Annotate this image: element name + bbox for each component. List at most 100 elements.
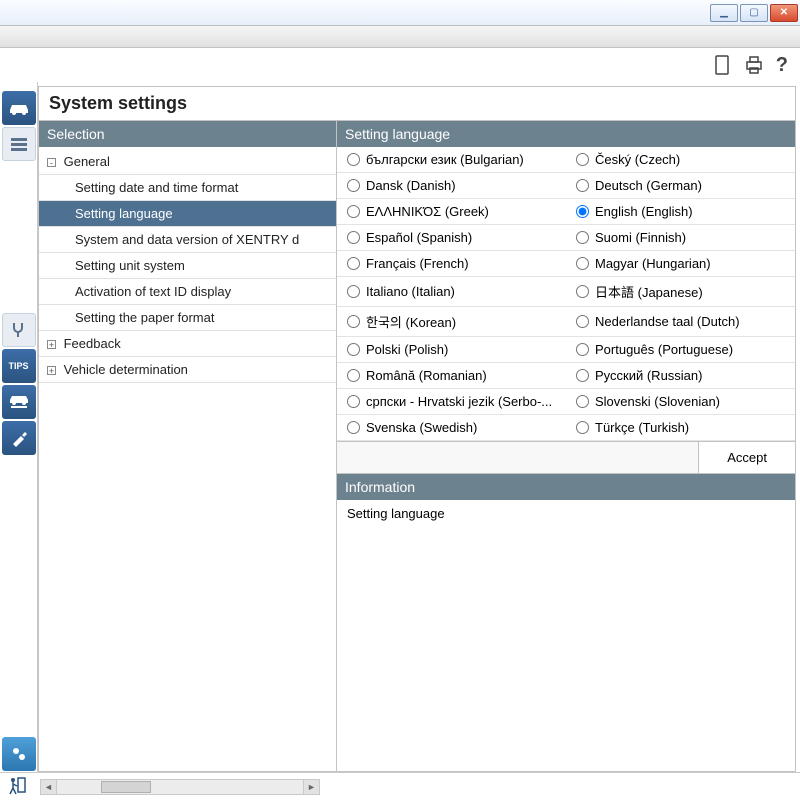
- language-option[interactable]: Italiano (Italian): [337, 277, 566, 307]
- window-close-button[interactable]: ✕: [770, 4, 798, 22]
- sidebar-vehicle-button[interactable]: [2, 91, 36, 125]
- tree-group[interactable]: - General: [39, 149, 336, 175]
- language-option[interactable]: Português (Portuguese): [566, 337, 795, 363]
- language-radio[interactable]: [576, 231, 589, 244]
- language-option[interactable]: български език (Bulgarian): [337, 147, 566, 173]
- language-radio[interactable]: [347, 395, 360, 408]
- scroll-left-arrow[interactable]: ◄: [41, 780, 57, 794]
- language-option[interactable]: Suomi (Finnish): [566, 225, 795, 251]
- language-radio[interactable]: [576, 179, 589, 192]
- language-option[interactable]: ΕΛΛΗΝΙΚΌΣ (Greek): [337, 199, 566, 225]
- language-label: Português (Portuguese): [595, 342, 733, 357]
- language-option[interactable]: English (English): [566, 199, 795, 225]
- language-radio[interactable]: [347, 205, 360, 218]
- tree-item[interactable]: Setting language: [39, 201, 336, 227]
- collapse-icon[interactable]: -: [47, 158, 56, 167]
- selection-panel: Selection - GeneralSetting date and time…: [39, 121, 337, 771]
- language-label: Türkçe (Turkish): [595, 420, 689, 435]
- scroll-thumb[interactable]: [101, 781, 151, 793]
- language-radio[interactable]: [576, 369, 589, 382]
- language-option[interactable]: Français (French): [337, 251, 566, 277]
- language-label: Magyar (Hungarian): [595, 256, 711, 271]
- page-title: System settings: [39, 87, 795, 121]
- language-label: 日本語 (Japanese): [595, 282, 703, 301]
- language-option[interactable]: Nederlandse taal (Dutch): [566, 307, 795, 337]
- language-panel: Setting language български език (Bulgari…: [337, 121, 795, 771]
- sidebar-tips-button[interactable]: TIPS: [2, 349, 36, 383]
- language-option[interactable]: 한국의 (Korean): [337, 307, 566, 337]
- tree-item[interactable]: Setting date and time format: [39, 175, 336, 201]
- language-option[interactable]: Dansk (Danish): [337, 173, 566, 199]
- exit-icon[interactable]: [0, 774, 34, 800]
- language-option[interactable]: 日本語 (Japanese): [566, 277, 795, 307]
- language-label: Română (Romanian): [366, 368, 487, 383]
- language-label: Český (Czech): [595, 152, 680, 167]
- language-option[interactable]: српски - Hrvatski jezik (Serbo-...: [337, 389, 566, 415]
- sidebar-vehicle-lift-button[interactable]: [2, 385, 36, 419]
- expand-icon[interactable]: +: [47, 366, 56, 375]
- sidebar-settings-button[interactable]: [2, 737, 36, 771]
- language-radio[interactable]: [347, 285, 360, 298]
- tree-item[interactable]: Activation of text ID display: [39, 279, 336, 305]
- information-body: Setting language: [337, 500, 795, 527]
- language-option[interactable]: Türkçe (Turkish): [566, 415, 795, 441]
- sidebar-diagnostics-button[interactable]: [2, 313, 36, 347]
- language-radio[interactable]: [576, 395, 589, 408]
- tree-group-label: Vehicle determination: [60, 362, 188, 377]
- language-label: Deutsch (German): [595, 178, 702, 193]
- language-radio[interactable]: [347, 231, 360, 244]
- sidebar: TIPS: [0, 82, 38, 772]
- window-minimize-button[interactable]: ▁: [710, 4, 738, 22]
- language-radio[interactable]: [347, 369, 360, 382]
- window-maximize-button[interactable]: ▢: [740, 4, 768, 22]
- language-option[interactable]: Русский (Russian): [566, 363, 795, 389]
- print-icon[interactable]: [744, 54, 764, 76]
- language-label: Suomi (Finnish): [595, 230, 686, 245]
- tree-item[interactable]: Setting unit system: [39, 253, 336, 279]
- language-label: Polski (Polish): [366, 342, 448, 357]
- tree-item[interactable]: System and data version of XENTRY d: [39, 227, 336, 253]
- language-label: 한국의 (Korean): [366, 312, 456, 331]
- language-option[interactable]: Română (Romanian): [337, 363, 566, 389]
- tree-group[interactable]: + Vehicle determination: [39, 357, 336, 383]
- language-radio[interactable]: [576, 285, 589, 298]
- language-option[interactable]: Slovenski (Slovenian): [566, 389, 795, 415]
- accept-row: Accept: [337, 441, 795, 474]
- scroll-right-arrow[interactable]: ►: [303, 780, 319, 794]
- language-radio[interactable]: [576, 343, 589, 356]
- language-radio[interactable]: [576, 257, 589, 270]
- language-option[interactable]: Český (Czech): [566, 147, 795, 173]
- tree-group[interactable]: + Feedback: [39, 331, 336, 357]
- language-radio[interactable]: [347, 343, 360, 356]
- language-option[interactable]: Svenska (Swedish): [337, 415, 566, 441]
- language-option[interactable]: Deutsch (German): [566, 173, 795, 199]
- language-radio[interactable]: [576, 315, 589, 328]
- document-icon[interactable]: [712, 54, 732, 76]
- expand-icon[interactable]: +: [47, 340, 56, 349]
- language-radio[interactable]: [347, 257, 360, 270]
- language-option[interactable]: Español (Spanish): [337, 225, 566, 251]
- language-radio[interactable]: [576, 205, 589, 218]
- selection-header: Selection: [39, 121, 336, 147]
- content-area: System settings Selection - GeneralSetti…: [38, 86, 796, 772]
- language-option[interactable]: Polski (Polish): [337, 337, 566, 363]
- language-option[interactable]: Magyar (Hungarian): [566, 251, 795, 277]
- language-label: Nederlandse taal (Dutch): [595, 314, 740, 329]
- sidebar-list-button[interactable]: [2, 127, 36, 161]
- horizontal-scrollbar[interactable]: ◄ ►: [40, 779, 320, 795]
- language-radio[interactable]: [576, 153, 589, 166]
- accept-button[interactable]: Accept: [698, 442, 795, 473]
- tree-item[interactable]: Setting the paper format: [39, 305, 336, 331]
- sidebar-tool-button[interactable]: [2, 421, 36, 455]
- utility-bar: ?: [0, 48, 800, 82]
- help-icon[interactable]: ?: [776, 54, 788, 77]
- language-grid: български език (Bulgarian) Český (Czech) D…: [337, 147, 795, 441]
- language-radio[interactable]: [576, 421, 589, 434]
- language-radio[interactable]: [347, 421, 360, 434]
- language-label: ΕΛΛΗΝΙΚΌΣ (Greek): [366, 204, 489, 219]
- language-radio[interactable]: [347, 179, 360, 192]
- language-radio[interactable]: [347, 153, 360, 166]
- status-bar: ◄ ►: [0, 772, 800, 800]
- language-radio[interactable]: [347, 315, 360, 328]
- window-titlebar: ▁ ▢ ✕: [0, 0, 800, 26]
